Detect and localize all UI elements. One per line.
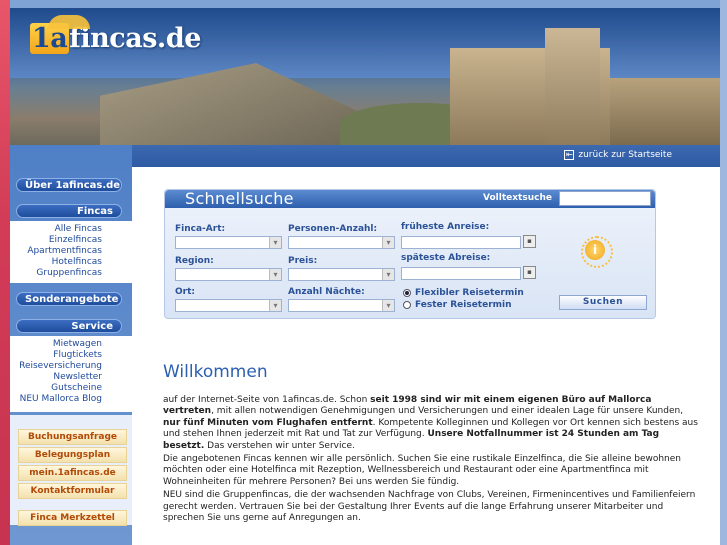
welcome-heading: Willkommen [163, 362, 268, 382]
quick-search-panel: Schnellsuche Volltextsuche Finca-Art: Pe… [164, 189, 656, 319]
sidebar-item-blog[interactable]: NEU Mallorca Blog [10, 394, 102, 405]
radio-empty-icon [403, 301, 411, 309]
personen-select[interactable] [288, 236, 395, 249]
sun-icon [48, 15, 90, 29]
sidebar-item-newsletter[interactable]: Newsletter [10, 372, 102, 383]
spaeteste-abreise-label: späteste Abreise: [401, 253, 491, 263]
frueheste-anreise-label: früheste Anreise: [401, 222, 490, 232]
preis-select[interactable] [288, 268, 395, 281]
fixed-date-radio[interactable]: Fester Reisetermin [403, 300, 512, 310]
calendar-icon[interactable]: ▪ [523, 266, 536, 279]
search-button[interactable]: Suchen [559, 295, 647, 310]
abreise-date-input[interactable] [401, 267, 521, 280]
quick-search-title: Schnellsuche [185, 189, 294, 208]
main-content: Schnellsuche Volltextsuche Finca-Art: Pe… [132, 167, 720, 545]
finca-art-select[interactable] [175, 236, 282, 249]
merkzettel-button[interactable]: Finca Merkzettel [18, 510, 127, 526]
sidebar-item-hotelfincas[interactable]: Hotelfincas [10, 257, 102, 268]
radio-selected-icon [403, 289, 411, 297]
calendar-icon[interactable]: ▪ [523, 235, 536, 248]
flexible-date-label: Flexibler Reisetermin [415, 288, 524, 298]
mein-1afincas-button[interactable]: mein.1afincas.de [18, 465, 127, 481]
preis-label: Preis: [288, 256, 318, 266]
fincas-list: Alle Fincas Einzelfincas Apartmentfincas… [10, 221, 132, 283]
naechte-label: Anzahl Nächte: [288, 287, 365, 297]
sidebar-item-alle-fincas[interactable]: Alle Fincas [10, 224, 102, 235]
sidebar-item-gutscheine[interactable]: Gutscheine [10, 383, 102, 394]
back-link-label: zurück zur Startseite [578, 150, 672, 160]
fulltext-label: Volltextsuche [483, 193, 552, 203]
ort-select[interactable] [175, 299, 282, 312]
welcome-paragraph-1: auf der Internet-Seite von 1afincas.de. … [163, 395, 698, 451]
welcome-text: auf der Internet-Seite von 1afincas.de. … [163, 395, 698, 526]
left-decor-stripe [0, 0, 10, 545]
region-label: Region: [175, 256, 214, 266]
sidebar-item-apartmentfincas[interactable]: Apartmentfincas [10, 246, 102, 257]
sidebar-item-flugtickets[interactable]: Flugtickets [10, 350, 102, 361]
back-to-start-link[interactable]: ⇤ zurück zur Startseite [564, 150, 672, 160]
sidebar-service-header[interactable]: Service [16, 319, 122, 333]
sidebar: Über 1afincas.de Fincas Alle Fincas Einz… [10, 145, 132, 545]
welcome-paragraph-2: Die angebotenen Fincas kennen wir alle p… [163, 454, 681, 487]
anreise-date-input[interactable] [401, 236, 521, 249]
naechte-select[interactable] [288, 299, 395, 312]
back-arrow-icon: ⇤ [564, 150, 575, 160]
finca-art-label: Finca-Art: [175, 224, 226, 234]
sidebar-fincas-header[interactable]: Fincas [16, 204, 122, 218]
right-decor-stripe [720, 0, 727, 545]
welcome-paragraph-3: NEU sind die Gruppenfincas, die der wach… [163, 490, 696, 524]
ort-label: Ort: [175, 287, 195, 297]
fixed-date-label: Fester Reisetermin [415, 300, 512, 310]
sidebar-item-einzelfincas[interactable]: Einzelfincas [10, 235, 102, 246]
sidebar-item-reiseversicherung[interactable]: Reiseversicherung [10, 361, 102, 372]
sidebar-ueber-button[interactable]: Über 1afincas.de [16, 178, 122, 192]
sidebar-item-gruppenfincas[interactable]: Gruppenfincas [10, 268, 102, 279]
fulltext-search-input[interactable] [559, 191, 651, 206]
belegungsplan-button[interactable]: Belegungsplan [18, 447, 127, 463]
sidebar-sonderangebote-button[interactable]: Sonderangebote [16, 292, 122, 306]
region-select[interactable] [175, 268, 282, 281]
sub-navigation-bar: ⇤ zurück zur Startseite [132, 145, 720, 167]
kontaktformular-button[interactable]: Kontaktformular [18, 483, 127, 499]
personen-label: Personen-Anzahl: [288, 224, 378, 234]
site-logo[interactable]: 1afincas.de [30, 15, 201, 54]
sidebar-item-mietwagen[interactable]: Mietwagen [10, 339, 102, 350]
buchungsanfrage-button[interactable]: Buchungsanfrage [18, 429, 127, 445]
flexible-date-radio[interactable]: Flexibler Reisetermin [403, 288, 524, 298]
service-list: Mietwagen Flugtickets Reiseversicherung … [10, 336, 132, 412]
header-banner: 1afincas.de [10, 8, 720, 145]
info-icon[interactable]: i [581, 236, 613, 268]
